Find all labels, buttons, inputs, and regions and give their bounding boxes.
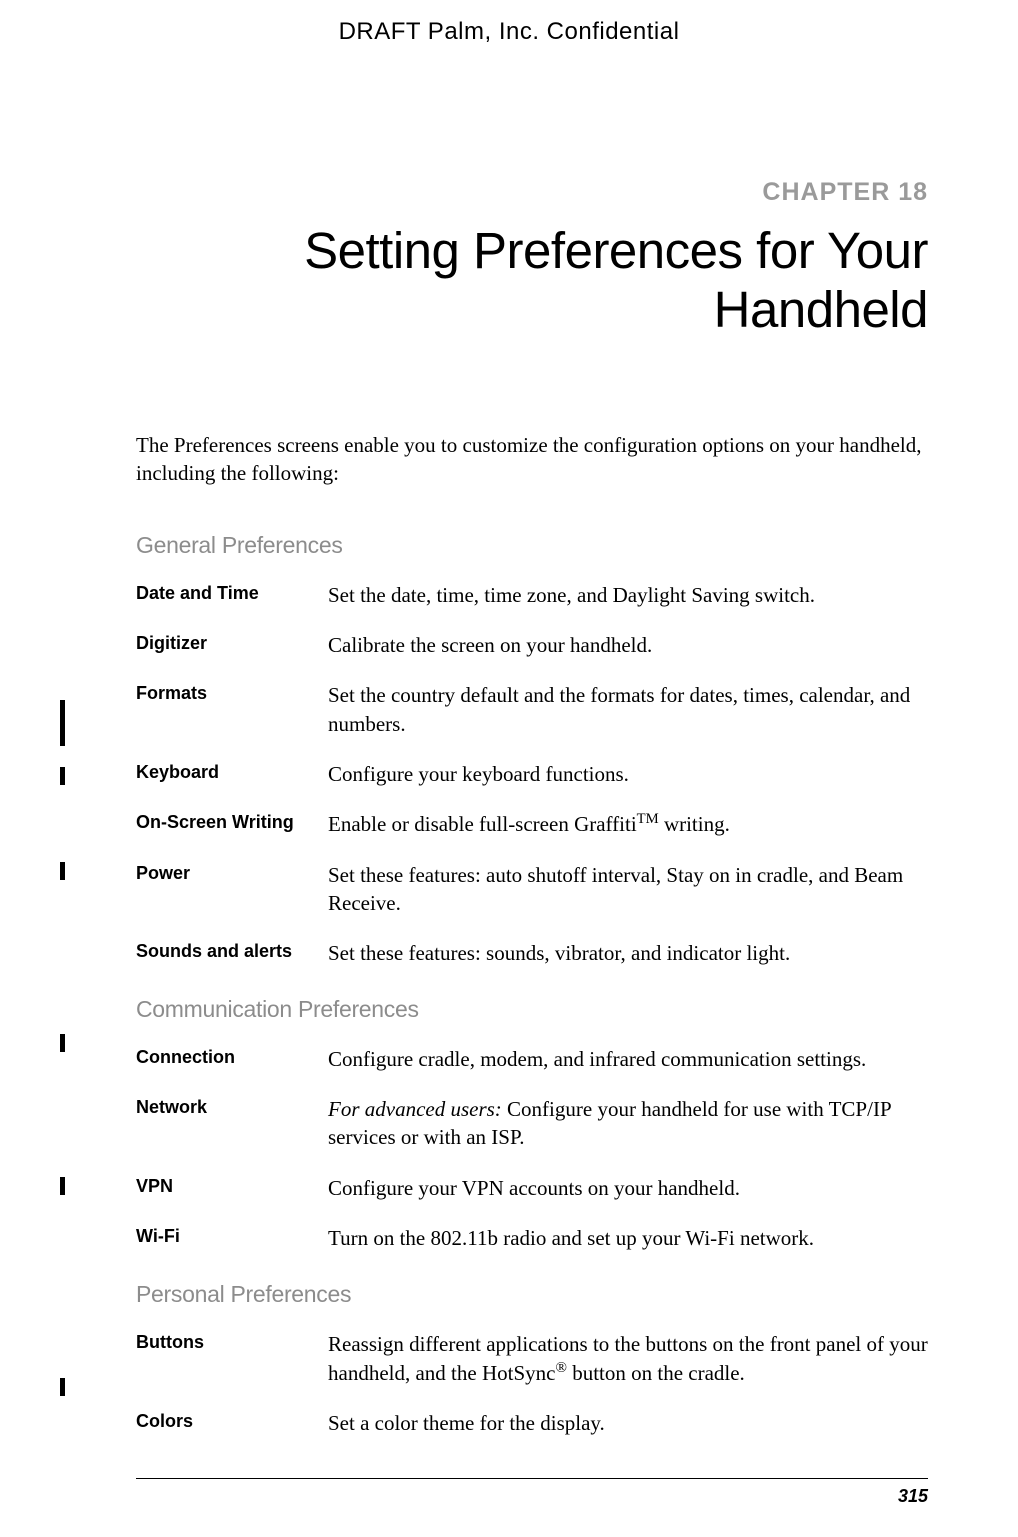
change-bar xyxy=(60,700,65,746)
registered-symbol: ® xyxy=(555,1360,566,1376)
list-item: Date and Time Set the date, time, time z… xyxy=(136,581,928,631)
page-number: 315 xyxy=(898,1486,928,1507)
desc-colors: Set a color theme for the display. xyxy=(328,1409,928,1459)
trademark-symbol: TM xyxy=(637,811,659,827)
header-watermark: DRAFT Palm, Inc. Confidential xyxy=(0,18,1018,46)
desc-date-and-time: Set the date, time, time zone, and Dayli… xyxy=(328,581,928,631)
change-bar xyxy=(60,1034,65,1052)
communication-prefs-list: Connection Configure cradle, modem, and … xyxy=(136,1045,928,1275)
desc-connection: Configure cradle, modem, and infrared co… xyxy=(328,1045,928,1095)
section-heading-general: General Preferences xyxy=(136,532,928,559)
footer-rule xyxy=(136,1478,928,1479)
list-item: Network For advanced users: Configure yo… xyxy=(136,1095,928,1174)
term-colors: Colors xyxy=(136,1409,328,1459)
desc-formats: Set the country default and the formats … xyxy=(328,681,928,760)
list-item: Keyboard Configure your keyboard functio… xyxy=(136,760,928,810)
desc-keyboard: Configure your keyboard functions. xyxy=(328,760,928,810)
term-formats: Formats xyxy=(136,681,328,760)
term-on-screen-writing: On-Screen Writing xyxy=(136,810,328,860)
intro-paragraph: The Preferences screens enable you to cu… xyxy=(136,431,928,488)
list-item: Colors Set a color theme for the display… xyxy=(136,1409,928,1459)
term-vpn: VPN xyxy=(136,1174,328,1224)
desc-network: For advanced users: Configure your handh… xyxy=(328,1095,928,1174)
term-keyboard: Keyboard xyxy=(136,760,328,810)
section-heading-personal: Personal Preferences xyxy=(136,1281,928,1308)
term-wifi: Wi-Fi xyxy=(136,1224,328,1274)
desc-vpn: Configure your VPN accounts on your hand… xyxy=(328,1174,928,1224)
desc-buttons: Reassign different applications to the b… xyxy=(328,1330,928,1410)
term-power: Power xyxy=(136,861,328,940)
desc-wifi: Turn on the 802.11b radio and set up you… xyxy=(328,1224,928,1274)
list-item: Connection Configure cradle, modem, and … xyxy=(136,1045,928,1095)
desc-digitizer: Calibrate the screen on your handheld. xyxy=(328,631,928,681)
term-sounds-and-alerts: Sounds and alerts xyxy=(136,939,328,989)
personal-prefs-list: Buttons Reassign different applications … xyxy=(136,1330,928,1460)
list-item: Digitizer Calibrate the screen on your h… xyxy=(136,631,928,681)
chapter-label: CHAPTER 18 xyxy=(136,178,928,207)
list-item: Formats Set the country default and the … xyxy=(136,681,928,760)
list-item: VPN Configure your VPN accounts on your … xyxy=(136,1174,928,1224)
list-item: Sounds and alerts Set these features: so… xyxy=(136,939,928,989)
term-digitizer: Digitizer xyxy=(136,631,328,681)
section-heading-communication: Communication Preferences xyxy=(136,996,928,1023)
term-buttons: Buttons xyxy=(136,1330,328,1410)
list-item: Buttons Reassign different applications … xyxy=(136,1330,928,1410)
list-item: Wi-Fi Turn on the 802.11b radio and set … xyxy=(136,1224,928,1274)
desc-sounds-and-alerts: Set these features: sounds, vibrator, an… xyxy=(328,939,928,989)
change-bar xyxy=(60,862,65,880)
chapter-title: Setting Preferences for Your Handheld xyxy=(136,221,928,339)
change-bar xyxy=(60,1177,65,1195)
general-prefs-list: Date and Time Set the date, time, time z… xyxy=(136,581,928,990)
term-network: Network xyxy=(136,1095,328,1174)
list-item: On-Screen Writing Enable or disable full… xyxy=(136,810,928,860)
term-connection: Connection xyxy=(136,1045,328,1095)
list-item: Power Set these features: auto shutoff i… xyxy=(136,861,928,940)
term-date-and-time: Date and Time xyxy=(136,581,328,631)
change-bar xyxy=(60,1378,65,1396)
desc-power: Set these features: auto shutoff interva… xyxy=(328,861,928,940)
change-bar xyxy=(60,767,65,785)
desc-on-screen-writing: Enable or disable full-screen GraffitiTM… xyxy=(328,810,928,860)
